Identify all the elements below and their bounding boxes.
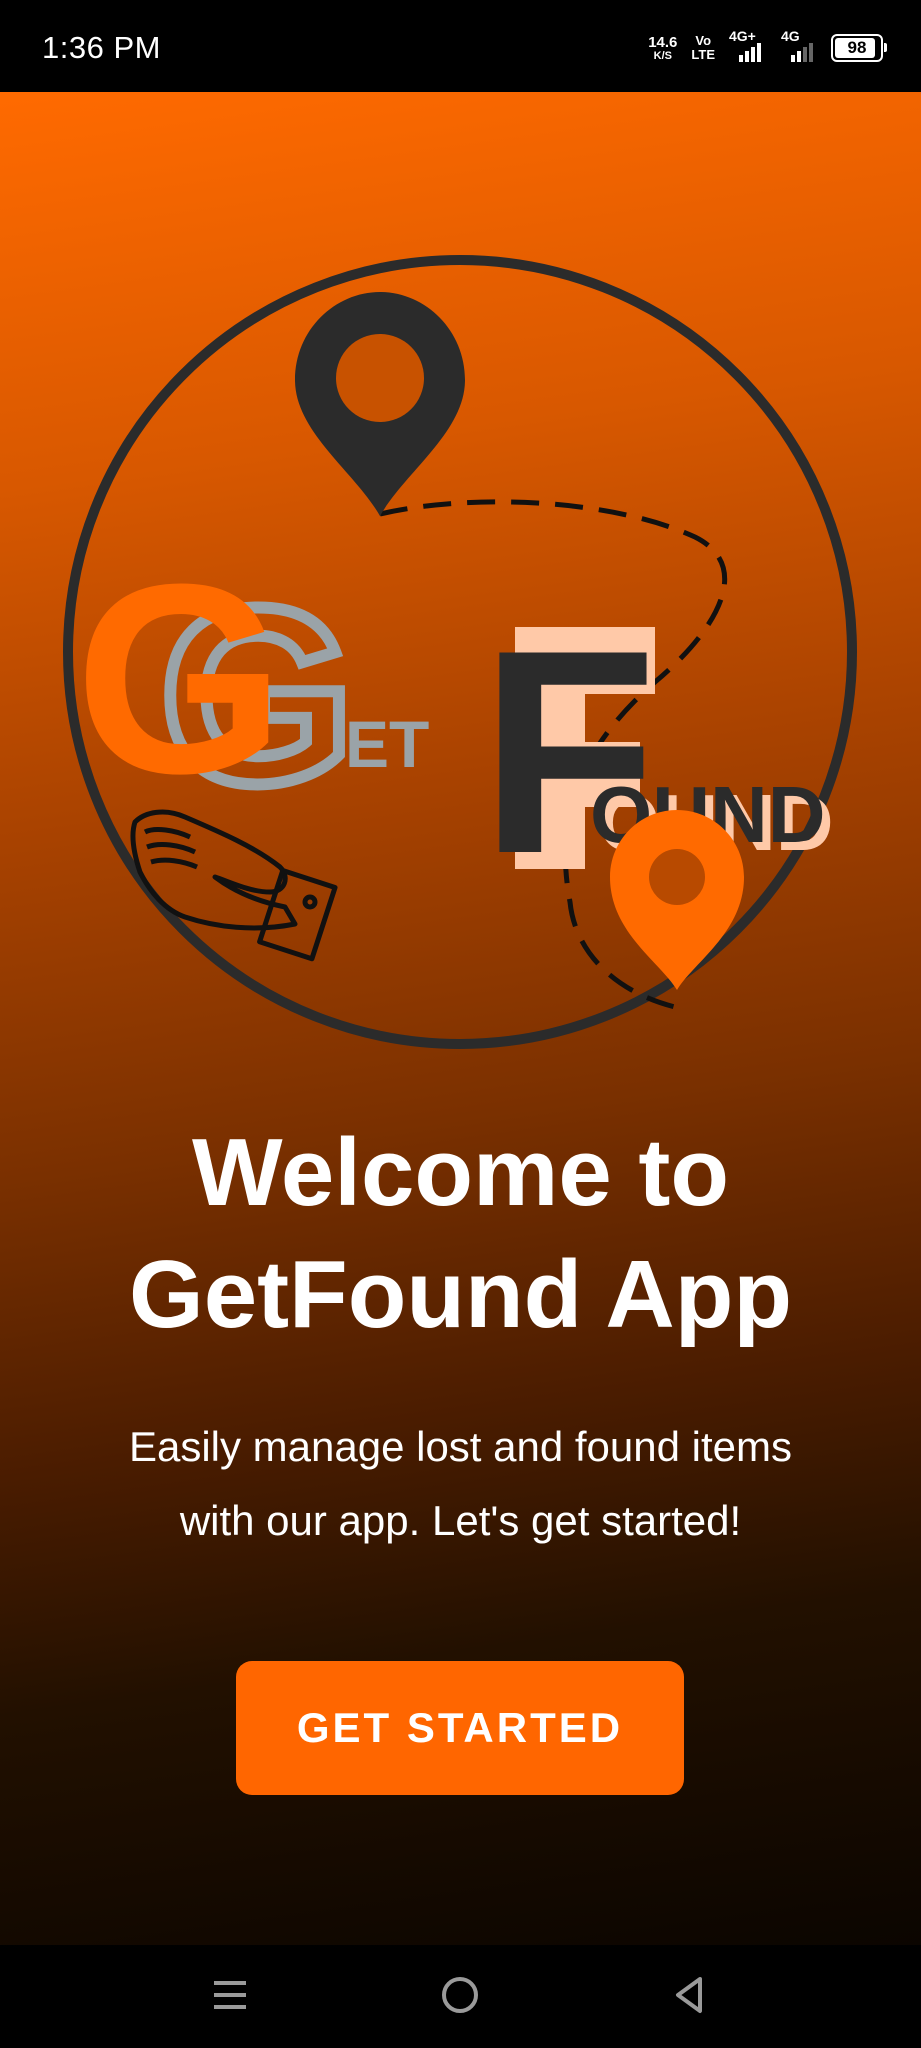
home-button[interactable]: [425, 1965, 495, 2025]
signal-bar: [809, 43, 813, 62]
map-pin-orange-icon: [610, 810, 744, 990]
signal-bar: [751, 47, 755, 62]
logo-word-et: ET: [345, 707, 429, 781]
sim2-signal-icon: 4G: [781, 28, 817, 62]
getfound-logo: G G ET F OUND OUND: [63, 255, 857, 1049]
signal-bar: [757, 43, 761, 62]
back-button[interactable]: [655, 1965, 725, 2025]
sim1-signal-icon: 4G+: [729, 28, 767, 62]
main-content: G G ET F OUND OUND: [0, 92, 921, 1945]
sim2-label: 4G: [781, 28, 800, 44]
welcome-screen: 1:36 PM 14.6 K/S Vo LTE 4G+ 4G 98 G G ET…: [0, 0, 921, 2048]
welcome-subtitle-line1: Easily manage lost and found items: [128, 1423, 793, 1470]
battery-icon: 98: [831, 34, 887, 62]
status-icons: 14.6 K/S Vo LTE 4G+ 4G 98: [648, 28, 887, 66]
signal-bar: [739, 55, 743, 62]
home-circle-icon: [442, 1977, 478, 2013]
sim1-label: 4G+: [729, 28, 756, 44]
signal-bar: [791, 55, 795, 62]
network-speed-unit: K/S: [653, 49, 672, 62]
welcome-title-line1: Welcome to: [192, 1119, 729, 1226]
signal-bar: [797, 51, 801, 62]
network-speed-value: 14.6: [648, 33, 678, 51]
menu-icon: [214, 1981, 246, 2009]
signal-bar: [803, 47, 807, 62]
volte-bottom: LTE: [691, 47, 715, 62]
get-started-button[interactable]: GET STARTED: [236, 1661, 684, 1795]
status-bar: 1:36 PM 14.6 K/S Vo LTE 4G+ 4G 98: [0, 0, 921, 92]
map-pin-dark-icon: [295, 292, 465, 516]
logo-letter-g: G: [75, 529, 285, 830]
status-time: 1:36 PM: [42, 30, 161, 65]
signal-bar: [745, 51, 749, 62]
welcome-title-line2: GetFound App: [129, 1241, 792, 1348]
volte-icon: Vo LTE: [691, 34, 715, 62]
volte-top: Vo: [695, 33, 712, 48]
welcome-title: Welcome to GetFound App: [0, 1112, 921, 1356]
battery-level: 98: [847, 38, 867, 57]
network-speed: 14.6 K/S: [648, 35, 677, 62]
system-nav-bar: [0, 1945, 921, 2048]
welcome-subtitle: Easily manage lost and found items with …: [60, 1410, 861, 1558]
welcome-subtitle-line2: with our app. Let's get started!: [179, 1497, 742, 1544]
menu-button[interactable]: [195, 1965, 265, 2025]
back-triangle-icon: [676, 1977, 702, 2013]
